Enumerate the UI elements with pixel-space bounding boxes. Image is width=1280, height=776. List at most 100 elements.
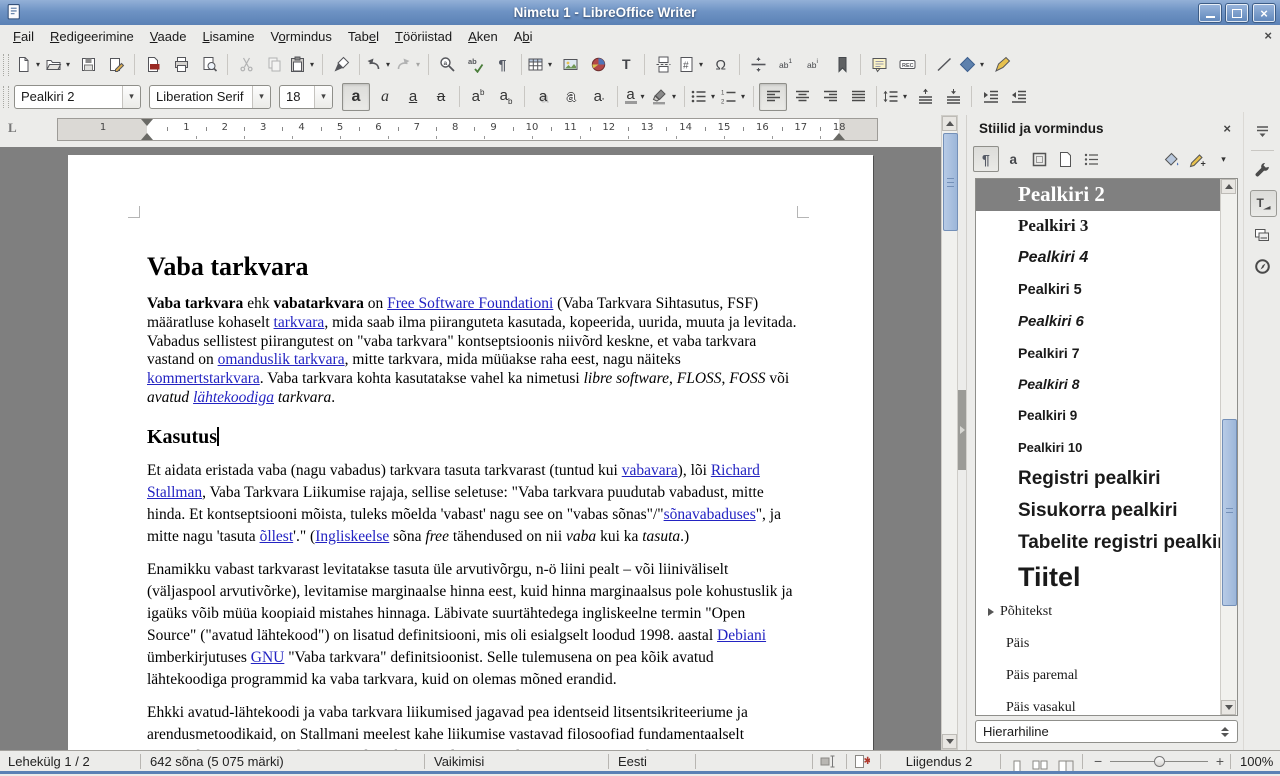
draw-functions-icon[interactable] — [989, 52, 1015, 78]
export-pdf-icon[interactable] — [140, 52, 166, 78]
shadow-icon[interactable]: a — [530, 84, 556, 110]
document-page[interactable]: Vaba tarkvaraVaba tarkvara ehk vabatarkv… — [68, 155, 873, 750]
scroll-down-icon[interactable] — [942, 734, 957, 749]
page-number-status[interactable]: Lehekülg 1 / 2 — [8, 751, 90, 772]
new-document-icon[interactable]: ▾ — [15, 52, 43, 78]
page-break-icon[interactable] — [650, 52, 676, 78]
fill-format-mode-icon[interactable] — [1159, 147, 1183, 171]
chevron-down-icon[interactable]: ▾ — [708, 92, 718, 101]
style-list-item[interactable]: Päis — [976, 628, 1220, 660]
menu-aken[interactable]: Aken — [460, 26, 506, 48]
style-filter-select[interactable]: Hierarhiline — [975, 720, 1238, 743]
style-list-item[interactable]: Sisukorra pealkiri — [976, 495, 1220, 527]
chevron-down-icon[interactable]: ▾ — [122, 86, 140, 108]
hyperlink[interactable]: Free Software Foundationi — [387, 295, 553, 312]
tab-stop-selector[interactable]: L — [8, 120, 17, 136]
zoom-level-status[interactable]: 100% — [1240, 751, 1273, 772]
indent-decrease-icon[interactable] — [1005, 84, 1031, 110]
first-line-indent-marker[interactable] — [141, 119, 153, 126]
open-icon[interactable]: ▾ — [45, 52, 73, 78]
numbered-list-icon[interactable]: 12▾ — [720, 84, 748, 110]
paste-icon[interactable]: ▾ — [289, 52, 317, 78]
sidebar-settings-icon[interactable] — [1250, 118, 1275, 143]
word-count-status[interactable]: 642 sõna (5 075 märki) — [150, 751, 284, 772]
hyperlink[interactable]: omanduslik tarkvara — [218, 351, 345, 368]
text-box-icon[interactable]: T — [613, 52, 639, 78]
bullet-list-icon[interactable]: ▾ — [690, 84, 718, 110]
highlight-color-icon[interactable]: ▾ — [651, 84, 679, 110]
chevron-down-icon[interactable]: ▾ — [307, 60, 317, 69]
gallery-deck-icon[interactable] — [1250, 222, 1275, 247]
style-list-item[interactable]: Pealkiri 4 — [976, 242, 1220, 274]
scrollbar-thumb[interactable] — [1222, 419, 1237, 606]
zoom-out-icon[interactable]: − — [1094, 751, 1102, 772]
style-list-item[interactable]: Tabelite registri pealkiri — [976, 527, 1220, 559]
hyperlink[interactable]: õllest — [260, 528, 294, 545]
scrollbar-thumb[interactable] — [943, 133, 958, 231]
hyperlink[interactable]: Debiani — [717, 627, 766, 644]
toolbar-grip[interactable] — [3, 54, 9, 76]
underline-icon[interactable]: a — [400, 84, 426, 110]
page-style-status[interactable]: Vaikimisi — [434, 751, 484, 772]
zoom-in-icon[interactable]: + — [1216, 751, 1224, 772]
properties-deck-icon[interactable] — [1250, 158, 1275, 183]
sidebar-splitter[interactable] — [958, 115, 966, 750]
style-list-item[interactable]: Pealkiri 10 — [976, 432, 1220, 464]
line-spacing-icon[interactable]: ▾ — [882, 84, 910, 110]
scroll-up-icon[interactable] — [942, 116, 957, 131]
document-vertical-scrollbar[interactable] — [941, 115, 958, 750]
align-center-icon[interactable] — [789, 84, 815, 110]
menu-fail[interactable]: Fail — [5, 26, 42, 48]
font-name-value[interactable]: Liberation Serif — [150, 89, 252, 104]
line-icon[interactable] — [931, 52, 957, 78]
style-list-item[interactable]: Päis vasakul — [976, 692, 1220, 715]
track-changes-icon[interactable]: REC — [894, 52, 920, 78]
para-space-increase-icon[interactable] — [912, 84, 938, 110]
new-style-from-selection-icon[interactable]: + — [1185, 147, 1209, 171]
para-space-decrease-icon[interactable] — [940, 84, 966, 110]
sidebar-collapse-handle[interactable] — [958, 390, 966, 470]
spinner-icons[interactable] — [1216, 727, 1234, 737]
superscript-icon[interactable]: ab — [465, 84, 491, 110]
paragraph-style-combo[interactable]: Pealkiri 2 ▾ — [14, 85, 141, 109]
page-styles-icon[interactable] — [1053, 147, 1077, 171]
right-indent-marker[interactable] — [833, 133, 845, 140]
horizontal-ruler[interactable]: 1123456789101112131415161718 — [57, 118, 878, 141]
list-styles-icon[interactable] — [1079, 147, 1103, 171]
close-document-icon[interactable]: × — [1264, 28, 1272, 43]
maximize-button[interactable] — [1225, 3, 1249, 23]
clear-formatting-icon[interactable]: a▪ — [586, 84, 612, 110]
indent-increase-icon[interactable] — [977, 84, 1003, 110]
style-list-item[interactable]: Päis paremal — [976, 660, 1220, 692]
scroll-up-icon[interactable] — [1221, 179, 1236, 194]
subscript-icon[interactable]: ab — [493, 84, 519, 110]
style-list-item[interactable]: Tiitel — [976, 559, 1220, 596]
styles-list-scrollbar[interactable] — [1220, 179, 1237, 715]
heading[interactable]: Kasutus — [147, 425, 797, 449]
paragraph[interactable]: Enamikku vabast tarkvarast levitatakse t… — [147, 559, 797, 691]
style-list-item[interactable]: Pealkiri 3 — [976, 211, 1220, 243]
footnote-icon[interactable]: ab1 — [773, 52, 799, 78]
navigator-deck-icon[interactable] — [1250, 254, 1275, 279]
print-icon[interactable] — [168, 52, 194, 78]
style-list-item[interactable]: Registri pealkiri — [976, 463, 1220, 495]
print-preview-icon[interactable] — [196, 52, 222, 78]
style-list-item[interactable]: Pealkiri 2 — [976, 179, 1220, 211]
menu-triistad[interactable]: Tööriistad — [387, 26, 460, 48]
chevron-down-icon[interactable]: ▾ — [314, 86, 332, 108]
style-list-item[interactable]: Pealkiri 6 — [976, 305, 1220, 337]
font-size-combo[interactable]: 18 ▾ — [279, 85, 333, 109]
clone-formatting-icon[interactable] — [328, 52, 354, 78]
bold-icon[interactable]: a — [342, 83, 370, 111]
paragraph-style-value[interactable]: Pealkiri 2 — [15, 89, 122, 104]
chevron-down-icon[interactable]: ▾ — [900, 92, 910, 101]
paragraph-styles-icon[interactable]: ¶ — [973, 146, 999, 172]
align-left-icon[interactable] — [759, 83, 787, 111]
undo-icon[interactable]: ▾ — [365, 52, 393, 78]
paragraph[interactable]: Et aidata eristada vaba (nagu vabadus) t… — [147, 460, 797, 548]
minimize-button[interactable] — [1198, 3, 1222, 23]
image-icon[interactable] — [557, 52, 583, 78]
chevron-down-icon[interactable]: ▾ — [33, 60, 43, 69]
language-status[interactable]: Eesti — [618, 751, 647, 772]
hyperlink[interactable]: GNU — [251, 649, 285, 666]
